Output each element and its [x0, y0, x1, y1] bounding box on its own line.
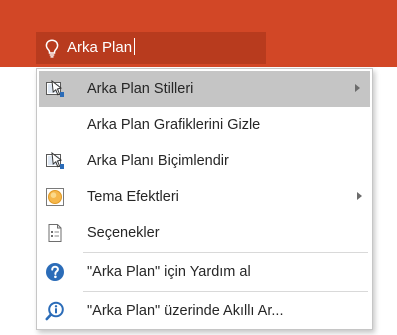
- options-icon: [45, 223, 65, 243]
- menu-item-label: "Arka Plan" için Yardım al: [87, 264, 251, 280]
- menu-item-label: Seçenekler: [87, 225, 160, 241]
- menu-item-hide-background-graphics[interactable]: Arka Plan Grafiklerini Gizle: [37, 107, 372, 143]
- menu-item-smart-lookup[interactable]: "Arka Plan" üzerinde Akıllı Ar...: [37, 293, 372, 329]
- theme-effects-icon: [45, 187, 65, 207]
- menu-item-background-styles[interactable]: Arka Plan Stilleri: [39, 71, 370, 107]
- help-icon: [45, 262, 65, 282]
- submenu-arrow-icon: [357, 192, 362, 200]
- format-background-icon: [45, 151, 65, 171]
- menu-item-label: Arka Plan Stilleri: [87, 81, 194, 97]
- background-styles-icon: [45, 79, 65, 99]
- tell-me-search-box[interactable]: Arka Plan: [36, 32, 266, 64]
- menu-item-get-help[interactable]: "Arka Plan" için Yardım al: [37, 254, 372, 290]
- search-query-text: Arka Plan: [67, 39, 133, 56]
- menu-item-label: "Arka Plan" üzerinde Akıllı Ar...: [87, 303, 284, 319]
- menu-item-label: Arka Plan Grafiklerini Gizle: [87, 117, 261, 133]
- menu-separator: [83, 252, 368, 253]
- app-window: Arka Plan Arka Plan Stilleri Arka Plan G…: [0, 0, 397, 335]
- menu-item-options[interactable]: Seçenekler: [37, 215, 372, 251]
- tell-me-results-menu: Arka Plan Stilleri Arka Plan Grafiklerin…: [36, 68, 373, 330]
- smart-lookup-icon: [45, 301, 65, 321]
- lightbulb-icon: [44, 38, 60, 58]
- menu-separator: [83, 291, 368, 292]
- menu-item-theme-effects[interactable]: Tema Efektleri: [37, 179, 372, 215]
- menu-item-label: Tema Efektleri: [87, 189, 179, 205]
- menu-item-label: Arka Planı Biçimlendir: [87, 153, 229, 169]
- search-input[interactable]: Arka Plan: [67, 38, 136, 58]
- submenu-arrow-icon: [355, 84, 360, 92]
- text-cursor: [134, 38, 136, 55]
- menu-item-format-background[interactable]: Arka Planı Biçimlendir: [37, 143, 372, 179]
